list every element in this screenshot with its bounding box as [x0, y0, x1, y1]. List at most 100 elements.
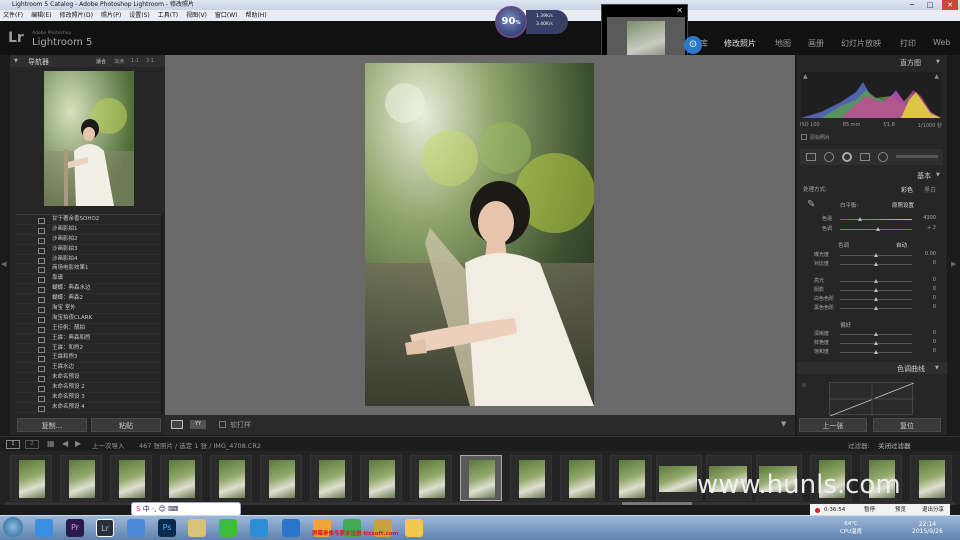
preset-item[interactable]: 甘于著余香SOHO2: [16, 215, 161, 225]
filmstrip-thumbnail[interactable]: [10, 455, 52, 501]
wechat-icon[interactable]: [219, 519, 237, 537]
preset-item[interactable]: 靠谱: [16, 274, 161, 285]
ie-icon[interactable]: [35, 519, 53, 537]
lightroom-taskbar-icon[interactable]: Lr: [96, 519, 114, 537]
preset-item[interactable]: 王霖：典森和煦: [16, 334, 161, 344]
filmstrip-thumbnail[interactable]: [510, 455, 552, 501]
paste-settings-button[interactable]: 粘贴: [91, 418, 161, 432]
preset-item[interactable]: 王霖和煦3: [16, 353, 161, 364]
tone-curve-graph[interactable]: [829, 382, 915, 417]
eyedropper-icon[interactable]: ✎: [807, 199, 815, 210]
zoom-fill[interactable]: 填满: [114, 58, 124, 65]
menu-file[interactable]: 文件(F): [3, 10, 23, 21]
preset-item[interactable]: 沙画影拍4: [16, 255, 161, 265]
zoom-1-1[interactable]: 1:1: [131, 58, 139, 64]
slider-value[interactable]: 0: [918, 260, 936, 266]
wb-value[interactable]: 原照设置: [892, 201, 914, 209]
slider-value[interactable]: 0: [918, 277, 936, 283]
filmstrip-thumbnail[interactable]: [110, 455, 152, 501]
filmstrip-thumbnail[interactable]: [210, 455, 252, 501]
memory-usage-badge[interactable]: 90%: [495, 6, 527, 38]
menu-help[interactable]: 帮助(H): [246, 10, 267, 21]
adjustment-slider[interactable]: [840, 350, 912, 354]
slider-knob[interactable]: [874, 350, 878, 354]
preset-item[interactable]: 沙画影拍2: [16, 235, 161, 245]
treatment-bw[interactable]: 黑白: [924, 185, 936, 194]
filmstrip-thumbnail[interactable]: [460, 455, 502, 501]
filmstrip-thumbnail[interactable]: [560, 455, 602, 501]
graduated-filter-icon[interactable]: [860, 153, 870, 161]
menu-window[interactable]: 窗口(W): [215, 10, 238, 21]
crop-tool-icon[interactable]: [806, 153, 816, 161]
preset-item[interactable]: 沙画影拍3: [16, 245, 161, 255]
menu-develop[interactable]: 修改照片(D): [60, 10, 93, 21]
temp-slider-knob[interactable]: [858, 217, 862, 221]
slider-value[interactable]: 0: [918, 295, 936, 301]
slider-knob[interactable]: [874, 288, 878, 292]
red-eye-icon[interactable]: [842, 152, 852, 162]
adjustment-slider[interactable]: [840, 306, 912, 310]
brush-slider[interactable]: [896, 155, 938, 158]
histogram-collapse-icon[interactable]: ▼: [936, 59, 940, 65]
kugou-icon[interactable]: [282, 519, 300, 537]
preset-item[interactable]: 淘宝拍夜CLARK: [16, 314, 161, 324]
module-book[interactable]: 画册: [808, 38, 824, 49]
back-arrow-icon[interactable]: ◀: [62, 439, 68, 448]
before-after-icon[interactable]: YY: [190, 420, 206, 429]
photoshop-icon[interactable]: Ps: [158, 519, 176, 537]
zoom-3-1[interactable]: 3:1: [146, 58, 154, 64]
adjustment-slider[interactable]: [840, 279, 912, 283]
zoom-fit[interactable]: 适合: [96, 58, 106, 65]
clock[interactable]: 22:14 2015/9/26: [912, 521, 943, 535]
slider-knob[interactable]: [874, 332, 878, 336]
menu-view[interactable]: 视图(V): [186, 10, 207, 21]
tint-slider-knob[interactable]: [876, 227, 880, 231]
slider-value[interactable]: 0: [918, 348, 936, 354]
close-button[interactable]: ✕: [942, 0, 958, 10]
navigator-header[interactable]: ▼ 导航器 适合 填满 1:1 3:1: [10, 55, 165, 67]
navigator-preview[interactable]: [44, 71, 134, 206]
preset-item[interactable]: 淘宝 室外: [16, 304, 161, 314]
slider-value[interactable]: 0: [918, 304, 936, 310]
highlight-clipping-icon[interactable]: ▲: [934, 73, 939, 80]
menu-photo[interactable]: 照片(P): [101, 10, 121, 21]
premiere-icon[interactable]: Pr: [66, 519, 84, 537]
soft-proof-checkbox[interactable]: [219, 421, 226, 428]
preset-item[interactable]: 蝴蝶：典森水边: [16, 284, 161, 295]
auto-tone-button[interactable]: 自动: [896, 241, 907, 249]
tone-curve-header[interactable]: 色调曲线 ▼: [797, 362, 947, 374]
menu-settings[interactable]: 设置(S): [129, 10, 150, 21]
grid-view-icon[interactable]: ▦: [47, 439, 55, 448]
preset-item[interactable]: 王霖：和煦2: [16, 344, 161, 354]
slider-value[interactable]: 0.00: [918, 251, 936, 257]
shadow-clipping-icon[interactable]: ▲: [803, 73, 808, 80]
target-adjust-icon[interactable]: ◎: [802, 382, 806, 388]
slider-value[interactable]: 0: [918, 339, 936, 345]
filmstrip-thumbnail[interactable]: [360, 455, 402, 501]
folder-icon[interactable]: [188, 519, 206, 537]
adjustment-slider[interactable]: [840, 262, 912, 266]
filmstrip-thumbnail[interactable]: [160, 455, 202, 501]
preset-item[interactable]: 未命名预设 3: [16, 393, 161, 403]
page-1-button[interactable]: 1: [6, 440, 20, 449]
adjustment-slider[interactable]: [840, 341, 912, 345]
presets-scrollbar[interactable]: [161, 214, 164, 414]
slider-value[interactable]: 0: [918, 330, 936, 336]
maximize-button[interactable]: □: [922, 0, 938, 10]
filmstrip-thumbnail[interactable]: [260, 455, 302, 501]
filmstrip-thumbnail[interactable]: [656, 455, 702, 501]
tint-slider[interactable]: [840, 227, 912, 231]
left-panel-toggle-icon[interactable]: ◀: [1, 260, 6, 268]
bird-app-icon[interactable]: [127, 519, 145, 537]
slider-knob[interactable]: [874, 279, 878, 283]
copy-settings-button[interactable]: 复制...: [17, 418, 87, 432]
slider-value[interactable]: 0: [918, 286, 936, 292]
filmstrip-thumbnail[interactable]: [310, 455, 352, 501]
toolbar-menu-icon[interactable]: ▼: [781, 420, 786, 428]
module-web[interactable]: Web: [933, 38, 950, 47]
close-icon[interactable]: ✕: [676, 6, 683, 15]
preset-item[interactable]: 蝴蝶：典森2: [16, 294, 161, 305]
temp-slider[interactable]: [840, 217, 912, 221]
slider-knob[interactable]: [874, 253, 878, 257]
preset-item[interactable]: 未命名预设 2: [16, 383, 161, 394]
